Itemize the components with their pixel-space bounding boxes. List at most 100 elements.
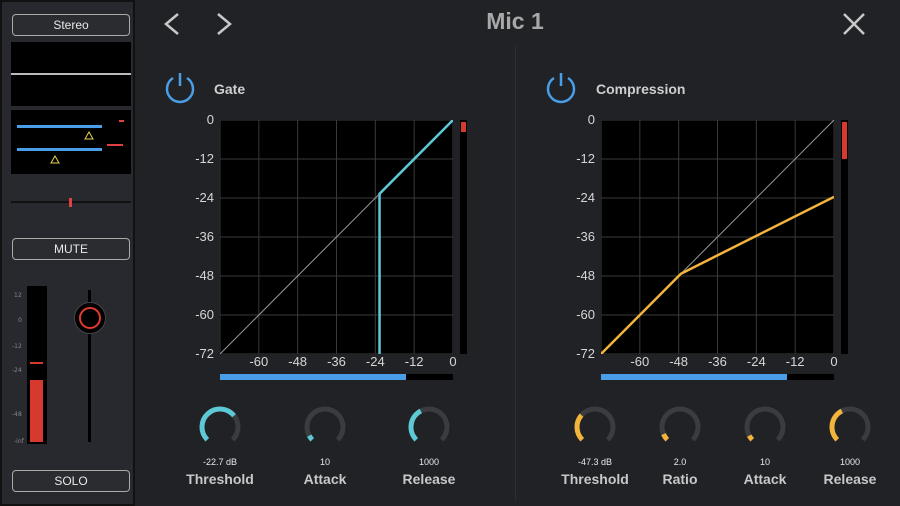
compression-release-knob[interactable]	[827, 404, 873, 450]
knob-fill	[661, 433, 670, 442]
gate-attack-knob[interactable]	[302, 404, 348, 450]
compression-input-bar	[601, 374, 834, 380]
gate-threshold-label: Threshold	[186, 471, 254, 487]
level-peak-hold	[30, 362, 43, 364]
dynamics-thumbnail[interactable]	[11, 110, 131, 174]
power-icon	[165, 73, 195, 104]
next-channel-button[interactable]	[214, 10, 234, 45]
compression-x-tick-label: -24	[746, 354, 766, 369]
meter-scale-label: -inf	[14, 438, 24, 445]
meter-scale-label: -12	[12, 343, 22, 350]
gate-threshold-knob[interactable]	[197, 404, 243, 450]
meter-scale-label: -48	[12, 411, 22, 418]
gate-y-tick-label: -48	[195, 268, 214, 283]
compression-threshold-knob[interactable]	[572, 404, 618, 450]
compression-y-tick-label: -48	[576, 268, 595, 283]
stereo-button[interactable]: Stereo	[12, 14, 130, 36]
fader-ring-icon	[79, 307, 101, 329]
compression-attack-value: 10	[759, 457, 770, 467]
window-title: Mic 1	[486, 8, 544, 34]
channel-strip: Stereo MUTE 12 0 -12 -24 -48 -inf SOLO	[0, 0, 135, 506]
gate-threshold-value: -22.7 dB	[202, 457, 238, 467]
gate-y-tick-label: -36	[195, 229, 214, 244]
stereo-display	[11, 42, 131, 106]
compression-y-tick-label: -12	[576, 151, 595, 166]
gate-attack-value: 10	[319, 457, 330, 467]
compression-ratio-value: 2.0	[673, 457, 687, 467]
gate-x-tick-label: -12	[404, 354, 424, 369]
knob-track	[574, 406, 616, 442]
compression-power-button[interactable]	[544, 70, 578, 104]
compression-transfer-graph[interactable]	[601, 120, 834, 354]
compression-gain-meter	[841, 120, 848, 354]
chevron-right-icon	[217, 13, 232, 35]
gate-thumb-peak	[119, 120, 124, 122]
compression-release-value: 1000	[839, 457, 861, 467]
comp-thumb-peak	[107, 144, 123, 146]
compression-y-tick-label: 0	[587, 112, 595, 127]
compression-y-tick-label: -36	[576, 229, 595, 244]
compression-ratio-label: Ratio	[662, 471, 698, 487]
knob-fill	[307, 434, 315, 442]
gate-release-knob[interactable]	[406, 404, 452, 450]
panel-divider	[515, 45, 516, 500]
compression-title: Compression	[596, 81, 686, 97]
knob-fill	[199, 406, 236, 442]
gate-x-tick-label: -36	[327, 354, 346, 369]
compression-attack-knob[interactable]	[742, 404, 788, 450]
gate-input-bar-fill	[220, 374, 407, 380]
compression-x-tick-label: 0	[830, 354, 838, 369]
close-button[interactable]	[839, 9, 869, 39]
pan-handle[interactable]	[69, 198, 72, 207]
gate-release-label: Release	[402, 471, 456, 487]
knob-fill	[747, 434, 755, 442]
mute-button[interactable]: MUTE	[12, 238, 130, 260]
comp-thumb-bar	[17, 148, 102, 151]
knob-track	[304, 406, 346, 442]
compression-threshold-label: Threshold	[561, 471, 629, 487]
compression-x-tick-label: -60	[630, 354, 650, 369]
gate-gain-meter-fill	[461, 122, 466, 132]
level-meter	[27, 286, 47, 444]
gate-power-button[interactable]	[163, 70, 197, 104]
gate-attack-label: Attack	[303, 471, 347, 487]
compression-ratio-knob[interactable]	[657, 404, 703, 450]
gate-threshold-marker-icon	[84, 131, 94, 140]
compression-x-tick-label: -12	[785, 354, 805, 369]
gate-y-tick-label: -12	[195, 151, 214, 166]
knob-fill	[829, 408, 844, 442]
compression-release-label: Release	[823, 471, 877, 487]
gate-input-bar	[220, 374, 453, 380]
gate-thumb-bar	[17, 125, 102, 128]
gate-x-tick-label: -48	[288, 354, 308, 369]
compression-y-tick-label: -60	[576, 307, 595, 322]
prev-channel-button[interactable]	[162, 10, 182, 45]
level-meter-fill	[30, 380, 43, 442]
compression-y-tick-label: -72	[576, 346, 595, 361]
gate-y-tick-label: -72	[195, 346, 214, 361]
knob-track	[744, 406, 786, 442]
gate-title: Gate	[214, 81, 246, 97]
volume-fader-knob[interactable]	[74, 302, 106, 334]
compression-threshold-value: -47.3 dB	[577, 457, 613, 467]
comp-threshold-marker-icon	[50, 155, 60, 164]
knob-track	[659, 406, 701, 442]
power-icon	[546, 73, 576, 104]
gate-y-tick-label: -24	[195, 190, 214, 205]
compression-attack-label: Attack	[743, 471, 787, 487]
gate-transfer-graph[interactable]	[220, 120, 453, 354]
gate-gain-meter	[460, 120, 467, 354]
knob-fill	[408, 408, 423, 442]
compression-y-tick-label: -24	[576, 190, 595, 205]
compression-input-bar-fill	[601, 374, 788, 380]
gate-release-value: 1000	[418, 457, 440, 467]
solo-button[interactable]: SOLO	[12, 470, 130, 492]
gate-x-tick-label: 0	[449, 354, 457, 369]
compression-gain-meter-fill	[842, 122, 847, 159]
gate-x-tick-label: -24	[365, 354, 385, 369]
meter-scale-label: -24	[12, 367, 22, 374]
compression-x-tick-label: -48	[669, 354, 689, 369]
gate-y-tick-label: 0	[206, 112, 214, 127]
gate-x-tick-label: -60	[249, 354, 269, 369]
gate-y-tick-label: -60	[195, 307, 214, 322]
